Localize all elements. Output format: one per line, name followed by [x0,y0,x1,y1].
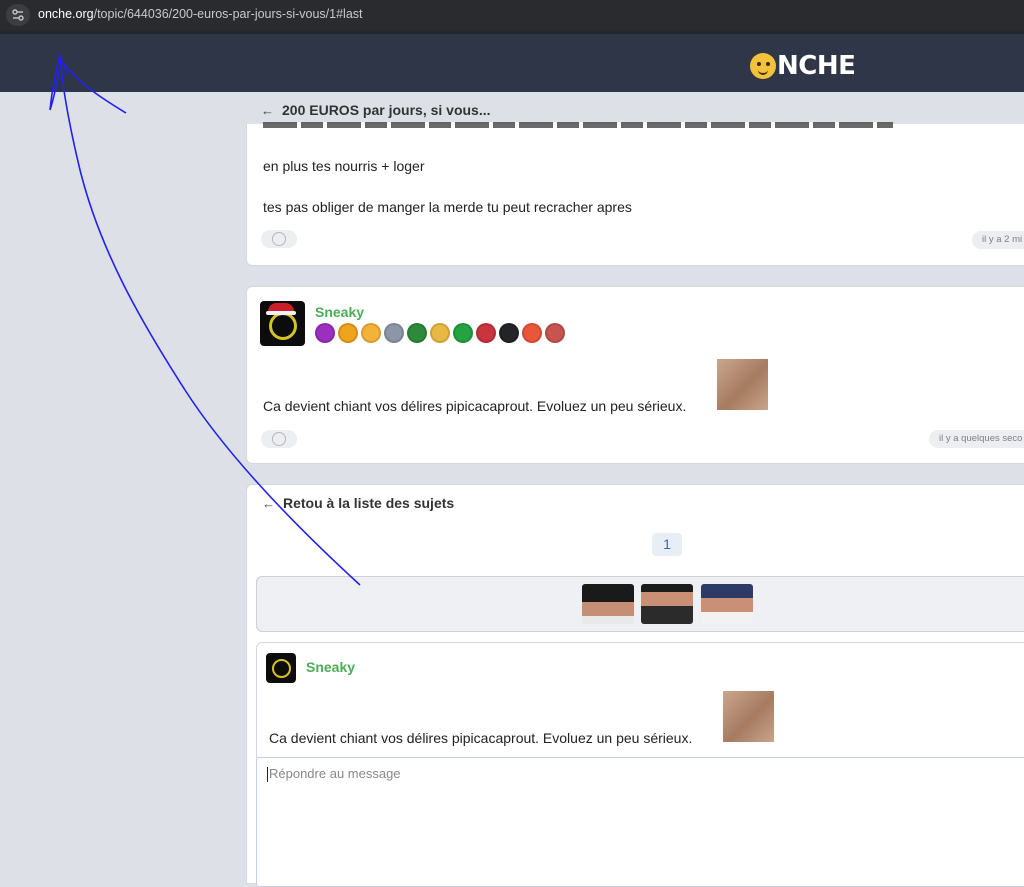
post-text: Ca devient chiant vos délires pipicacapr… [263,398,687,414]
badge-icon[interactable] [361,323,381,343]
badge-icon[interactable] [476,323,496,343]
badge-icon[interactable] [499,323,519,343]
site-settings-icon[interactable] [6,4,30,26]
badge-icon[interactable] [338,323,358,343]
smiley-icon [272,232,286,246]
url-path: /topic/644036/200-euros-par-jours-si-vou… [93,7,363,21]
site-header: NCHE [0,30,1024,92]
topic-title: 200 EUROS par jours, si vous... [282,102,491,118]
arrow-left-icon: ← [261,102,274,118]
back-to-list-label: Retou à la liste des sujets [283,495,455,511]
quote-author: Sneaky [306,659,356,675]
site-logo[interactable]: NCHE [750,51,856,81]
badge-icon[interactable] [430,323,450,343]
sticker-bar [256,576,1024,632]
user-badges [315,323,565,343]
badge-icon[interactable] [545,323,565,343]
pagination-page[interactable]: 1 [652,533,682,556]
badge-icon[interactable] [453,323,473,343]
sticker-image [717,359,768,410]
cut-off-text-line [263,122,893,128]
url-text[interactable]: onche.org/topic/644036/200-euros-par-jou… [38,7,363,21]
smiley-icon [272,432,286,446]
quoted-message: Sneaky Ca devient chiant vos délires pip… [256,642,1024,758]
reply-placeholder: Répondre au message [269,766,401,781]
post-timestamp: il y a quelques seco [929,430,1024,448]
sticker-image[interactable] [582,584,634,624]
add-reaction-button[interactable] [261,430,297,448]
post-text-line: tes pas obliger de manger la merde tu pe… [263,199,632,215]
post-timestamp: il y a 2 mi [972,231,1024,249]
post-card: en plus tes nourris + loger tes pas obli… [246,122,1024,266]
sticker-image[interactable] [701,584,753,624]
avatar[interactable] [260,301,305,346]
onche-smiley-icon [750,53,776,79]
reply-textarea[interactable]: Répondre au message [256,757,1024,887]
badge-icon[interactable] [315,323,335,343]
text-caret [267,767,268,783]
badge-icon[interactable] [522,323,542,343]
add-reaction-button[interactable] [261,230,297,248]
badge-icon[interactable] [384,323,404,343]
post-card: Sneaky Ca devient chiant vos délires pip… [246,286,1024,464]
sticker-image [723,691,774,742]
browser-url-bar[interactable]: onche.org/topic/644036/200-euros-par-jou… [0,0,1024,30]
url-host: onche.org [38,7,94,21]
topic-back-link[interactable]: ← 200 EUROS par jours, si vous... [261,102,491,118]
post-text-line: en plus tes nourris + loger [263,158,425,174]
arrow-left-icon: ← [262,495,275,511]
badge-icon[interactable] [407,323,427,343]
post-author[interactable]: Sneaky [315,304,364,320]
avatar [266,653,296,683]
back-to-list-link[interactable]: ← Retou à la liste des sujets [262,495,454,511]
logo-text: NCHE [777,51,856,81]
quote-text: Ca devient chiant vos délires pipicacapr… [269,730,693,746]
tune-icon [12,9,24,21]
sticker-image[interactable] [641,584,693,624]
